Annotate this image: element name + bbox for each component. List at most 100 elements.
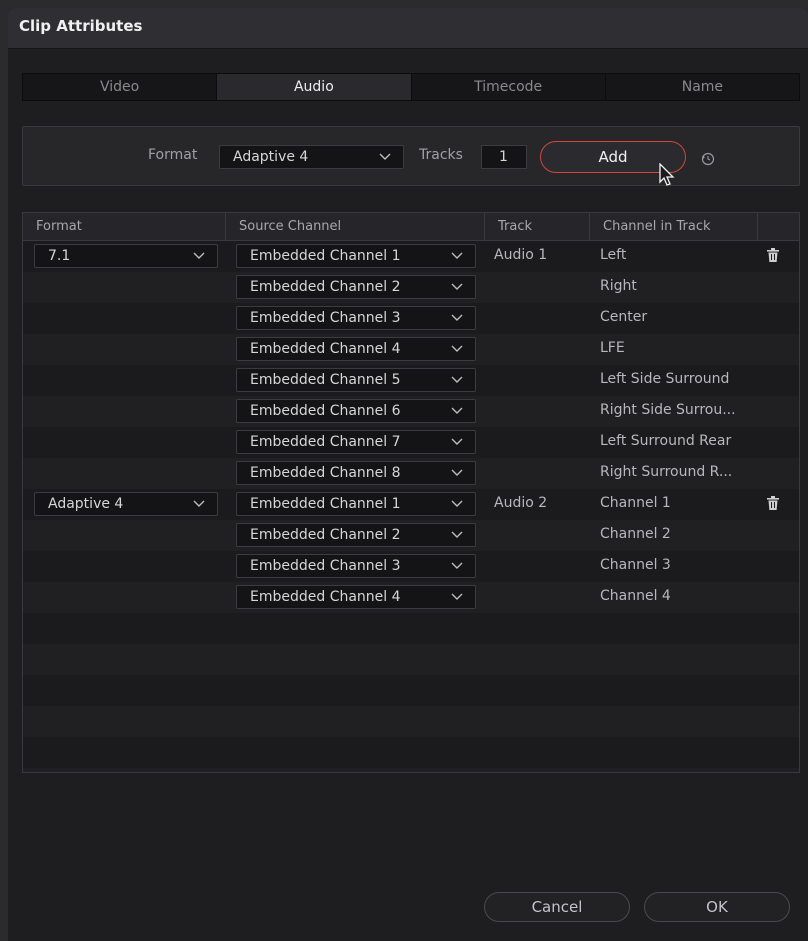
- channel-in-track-label: Right Surround R...: [600, 464, 733, 480]
- source-channel-value: Embedded Channel 2: [250, 527, 401, 543]
- source-channel-value: Embedded Channel 1: [250, 496, 401, 512]
- table-row: Adaptive 4 Embedded Channel 1 Audio 2 Cha…: [23, 489, 799, 520]
- table-row: Embedded Channel 8 Right Surround R...: [23, 458, 799, 489]
- header-channel-in-track: Channel in Track: [590, 213, 758, 240]
- table-row: Embedded Channel 3 Channel 3: [23, 551, 799, 582]
- chevron-down-icon: [451, 313, 463, 323]
- source-channel-dropdown[interactable]: Embedded Channel 7: [236, 430, 476, 454]
- tracks-label: Tracks: [419, 147, 463, 163]
- source-channel-dropdown[interactable]: Embedded Channel 2: [236, 275, 476, 299]
- format-dropdown-value: Adaptive 4: [233, 149, 309, 165]
- source-channel-dropdown[interactable]: Embedded Channel 4: [236, 337, 476, 361]
- source-channel-dropdown[interactable]: Embedded Channel 1: [236, 244, 476, 268]
- format-dropdown[interactable]: Adaptive 4: [219, 145, 404, 169]
- table-row: Embedded Channel 7 Left Surround Rear: [23, 427, 799, 458]
- chevron-down-icon: [451, 344, 463, 354]
- chevron-down-icon: [451, 468, 463, 478]
- table-header: Format Source Channel Track Channel in T…: [23, 213, 799, 241]
- table-row: Embedded Channel 6 Right Side Surrou...: [23, 396, 799, 427]
- tab-video[interactable]: Video: [23, 74, 218, 100]
- row-format-dropdown[interactable]: 7.1: [34, 244, 218, 268]
- clip-attributes-dialog: Clip Attributes Video Audio Timecode Nam…: [8, 8, 808, 941]
- tab-name[interactable]: Name: [606, 74, 799, 100]
- tracks-input[interactable]: 1: [481, 145, 527, 169]
- source-channel-dropdown[interactable]: Embedded Channel 2: [236, 523, 476, 547]
- channel-in-track-label: Right: [600, 278, 637, 294]
- source-channel-value: Embedded Channel 7: [250, 434, 401, 450]
- table-row: [23, 737, 799, 768]
- source-channel-value: Embedded Channel 6: [250, 403, 401, 419]
- format-label: Format: [148, 147, 198, 163]
- source-channel-dropdown[interactable]: Embedded Channel 3: [236, 306, 476, 330]
- reset-icon[interactable]: [701, 151, 715, 166]
- table-row: Embedded Channel 5 Left Side Surround: [23, 365, 799, 396]
- source-channel-value: Embedded Channel 4: [250, 341, 401, 357]
- source-channel-value: Embedded Channel 4: [250, 589, 401, 605]
- source-channel-dropdown[interactable]: Embedded Channel 5: [236, 368, 476, 392]
- source-channel-dropdown[interactable]: Embedded Channel 1: [236, 492, 476, 516]
- header-source-channel: Source Channel: [226, 213, 485, 240]
- channel-in-track-label: Channel 2: [600, 526, 671, 542]
- tab-bar: Video Audio Timecode Name: [22, 73, 800, 101]
- chevron-down-icon: [451, 437, 463, 447]
- chevron-down-icon: [451, 406, 463, 416]
- table-body: 7.1 Embedded Channel 1 Audio 1 Left Embed…: [23, 241, 799, 772]
- source-channel-dropdown[interactable]: Embedded Channel 3: [236, 554, 476, 578]
- source-channel-value: Embedded Channel 2: [250, 279, 401, 295]
- dialog-title: Clip Attributes: [19, 17, 143, 35]
- source-channel-dropdown[interactable]: Embedded Channel 6: [236, 399, 476, 423]
- chevron-down-icon: [451, 282, 463, 292]
- table-row: Embedded Channel 2 Right: [23, 272, 799, 303]
- header-track: Track: [485, 213, 590, 240]
- channel-in-track-label: Left: [600, 247, 627, 263]
- channel-in-track-label: Channel 3: [600, 557, 671, 573]
- source-channel-value: Embedded Channel 3: [250, 310, 401, 326]
- source-channel-dropdown[interactable]: Embedded Channel 8: [236, 461, 476, 485]
- chevron-down-icon: [451, 592, 463, 602]
- chevron-down-icon: [193, 499, 205, 509]
- channel-in-track-label: Channel 1: [600, 495, 671, 511]
- tab-audio[interactable]: Audio: [217, 74, 412, 100]
- table-row: [23, 706, 799, 737]
- trash-icon[interactable]: [767, 247, 779, 262]
- table-row: Embedded Channel 2 Channel 2: [23, 520, 799, 551]
- source-channel-value: Embedded Channel 3: [250, 558, 401, 574]
- chevron-down-icon: [451, 499, 463, 509]
- header-format: Format: [23, 213, 226, 240]
- channel-in-track-label: Right Side Surrou...: [600, 402, 736, 418]
- add-track-panel: Format Adaptive 4 Tracks 1 Add: [22, 126, 800, 186]
- channel-in-track-label: Left Side Surround: [600, 371, 730, 387]
- table-row: Embedded Channel 4 LFE: [23, 334, 799, 365]
- table-row: 7.1 Embedded Channel 1 Audio 1 Left: [23, 241, 799, 272]
- audio-mapping-table: Format Source Channel Track Channel in T…: [22, 212, 800, 773]
- table-row: [23, 768, 799, 772]
- table-row: [23, 675, 799, 706]
- channel-in-track-label: LFE: [600, 340, 625, 356]
- channel-in-track-label: Channel 4: [600, 588, 671, 604]
- mouse-cursor-icon: [659, 162, 675, 187]
- tab-timecode[interactable]: Timecode: [412, 74, 606, 100]
- table-row: Embedded Channel 4 Channel 4: [23, 582, 799, 613]
- table-row: Embedded Channel 3 Center: [23, 303, 799, 334]
- row-format-value: 7.1: [48, 248, 71, 264]
- trash-icon[interactable]: [767, 495, 779, 510]
- channel-in-track-label: Center: [600, 309, 648, 325]
- chevron-down-icon: [451, 561, 463, 571]
- chevron-down-icon: [451, 530, 463, 540]
- row-format-dropdown[interactable]: Adaptive 4: [34, 492, 218, 516]
- source-channel-value: Embedded Channel 5: [250, 372, 401, 388]
- table-row: [23, 613, 799, 644]
- cancel-button[interactable]: Cancel: [484, 892, 630, 922]
- chevron-down-icon: [379, 152, 391, 162]
- chevron-down-icon: [451, 251, 463, 261]
- ok-button[interactable]: OK: [644, 892, 790, 922]
- source-channel-dropdown[interactable]: Embedded Channel 4: [236, 585, 476, 609]
- track-label: Audio 1: [494, 247, 548, 263]
- source-channel-value: Embedded Channel 1: [250, 248, 401, 264]
- chevron-down-icon: [193, 251, 205, 261]
- dialog-titlebar: Clip Attributes: [8, 8, 808, 49]
- channel-in-track-label: Left Surround Rear: [600, 433, 732, 449]
- table-row: [23, 644, 799, 675]
- source-channel-value: Embedded Channel 8: [250, 465, 401, 481]
- track-label: Audio 2: [494, 495, 548, 511]
